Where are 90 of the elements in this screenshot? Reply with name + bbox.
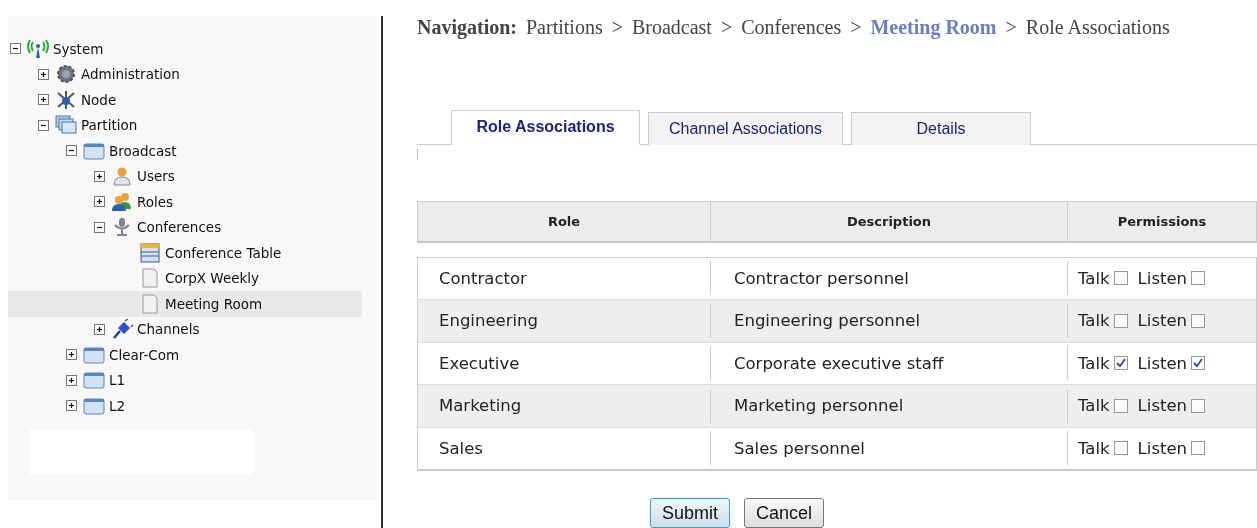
document-icon — [139, 268, 161, 289]
expand-icon[interactable] — [66, 374, 77, 386]
table-cell: Marketing personnel — [710, 388, 1067, 423]
checkbox-label: Listen — [1137, 311, 1188, 331]
antenna-icon — [27, 38, 49, 59]
checkbox-label: Talk — [1078, 353, 1110, 373]
tab[interactable]: Role Associations — [451, 109, 640, 145]
checkbox-label: Listen — [1137, 353, 1188, 373]
expand-icon[interactable] — [38, 68, 49, 80]
column-header: Permissions — [1067, 201, 1256, 241]
tree-item[interactable]: Partition — [8, 112, 362, 138]
table-cell-text: Engineering — [438, 310, 539, 333]
tree-item[interactable]: L1 — [8, 367, 362, 393]
tab[interactable]: Details — [851, 111, 1031, 145]
people-icon — [111, 191, 133, 212]
tree-item[interactable]: Channels — [8, 316, 362, 342]
tree-item[interactable]: L2 — [8, 393, 362, 419]
window-icon — [83, 140, 105, 161]
plug-icon — [111, 319, 133, 340]
table-cell: Engineering personnel — [710, 303, 1067, 338]
column-header: Description — [710, 201, 1067, 241]
checkbox[interactable] — [1191, 441, 1206, 456]
collapse-icon[interactable] — [66, 145, 77, 157]
expand-icon[interactable] — [94, 170, 105, 182]
breadcrumb-link[interactable]: Meeting Room — [870, 16, 997, 39]
breadcrumb-link[interactable]: Broadcast — [631, 16, 712, 39]
person-icon — [111, 166, 133, 187]
tree-item[interactable]: Clear-Com — [8, 342, 362, 368]
breadcrumb-label: Navigation: — [417, 16, 517, 39]
expand-icon[interactable] — [94, 196, 105, 208]
table-cell: Sales personnel — [710, 431, 1067, 466]
column-header: Role — [546, 212, 582, 231]
table-cell: Contractor personnel — [710, 261, 1067, 296]
collapse-icon[interactable] — [94, 221, 105, 233]
checkbox-label: Talk — [1078, 438, 1110, 458]
breadcrumb-link[interactable]: Partitions — [526, 16, 603, 39]
checkbox-label: Talk — [1078, 311, 1110, 331]
collapse-icon[interactable] — [38, 119, 49, 131]
breadcrumb-separator: > — [611, 16, 623, 39]
checkbox[interactable] — [1191, 313, 1206, 328]
checkbox-label: Listen — [1137, 268, 1188, 288]
checkbox-label: Listen — [1137, 438, 1188, 458]
checkbox[interactable] — [1113, 356, 1128, 371]
collapse-icon[interactable] — [10, 43, 21, 55]
submit-button[interactable]: Submit — [650, 498, 731, 528]
checkbox[interactable] — [1191, 356, 1206, 371]
table-icon — [139, 242, 161, 263]
checkbox-label: Listen — [1137, 396, 1188, 416]
tree-item[interactable]: CorpX Weekly — [8, 265, 362, 291]
checkbox-label: Talk — [1078, 268, 1110, 288]
breadcrumb-separator: > — [1005, 16, 1017, 39]
checkbox[interactable] — [1191, 398, 1206, 413]
tree-item[interactable]: Administration — [8, 61, 362, 87]
stacked-windows-icon — [55, 115, 77, 136]
tree-item[interactable]: Node — [8, 87, 362, 113]
checkbox[interactable] — [1113, 313, 1128, 328]
window-icon — [83, 395, 105, 416]
checkbox[interactable] — [1113, 441, 1128, 456]
expand-icon[interactable] — [66, 349, 77, 361]
table-cell: Corporate executive staff — [710, 346, 1067, 381]
tree-item[interactable]: Conferences — [8, 214, 362, 240]
breadcrumb-link[interactable]: Role Associations — [1025, 16, 1170, 39]
tree-item[interactable]: Users — [8, 163, 362, 189]
cancel-button[interactable]: Cancel — [744, 498, 825, 528]
microphone-icon — [111, 217, 133, 238]
window-icon — [83, 344, 105, 365]
tree-item[interactable]: Broadcast — [8, 138, 362, 164]
table-cell-text: Sales — [438, 437, 484, 460]
table-cell-text: Contractor — [438, 267, 528, 290]
tree-item[interactable]: Roles — [8, 189, 362, 215]
expand-icon[interactable] — [66, 400, 77, 412]
breadcrumb-separator: > — [720, 16, 733, 39]
tree-item[interactable]: Meeting Room — [8, 291, 362, 317]
breadcrumb-separator: > — [850, 16, 862, 39]
tree-item[interactable]: System — [8, 36, 362, 62]
table-cell-text: Executive — [438, 352, 521, 375]
expand-icon[interactable] — [94, 323, 105, 335]
tab[interactable]: Channel Associations — [648, 111, 843, 145]
window-icon — [83, 370, 105, 391]
network-node-icon — [55, 89, 77, 110]
tree-item[interactable]: Conference Table — [8, 240, 362, 266]
checkbox[interactable] — [1113, 398, 1128, 413]
expand-icon[interactable] — [38, 94, 49, 106]
checkbox[interactable] — [1113, 271, 1128, 286]
gear-icon — [55, 64, 77, 85]
table-cell-text: Marketing — [438, 395, 523, 418]
breadcrumb-link[interactable]: Conferences — [741, 16, 842, 39]
checkbox-label: Talk — [1078, 396, 1110, 416]
checkbox[interactable] — [1191, 271, 1206, 286]
document-icon — [139, 293, 161, 314]
